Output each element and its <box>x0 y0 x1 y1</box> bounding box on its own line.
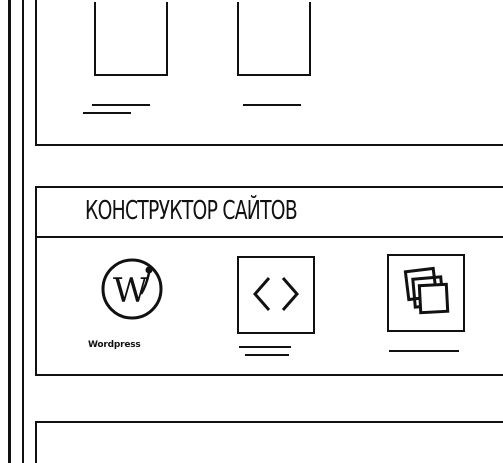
blank-thumbnail-icon[interactable] <box>94 2 168 76</box>
wordpress-caption: Wordpress <box>88 340 141 350</box>
thumb-1-subtitle-line <box>83 112 131 114</box>
site-builder-section: КОНСТРУКТОР САЙТОВ W Wordpress <box>35 186 503 376</box>
bottom-section-panel <box>35 421 503 463</box>
code-item-title-line <box>239 346 291 348</box>
layers-button[interactable] <box>387 254 465 332</box>
thumb-1-title-line <box>92 104 150 106</box>
code-brackets-button[interactable] <box>237 256 315 334</box>
wordpress-logo-icon: W <box>101 258 163 320</box>
top-section-panel <box>35 0 503 146</box>
thumb-2-title-line <box>243 104 301 106</box>
code-item-subtitle-line <box>245 354 289 356</box>
layers-item-title-line <box>389 350 459 352</box>
outer-frame-inner-edge <box>22 0 24 463</box>
outer-frame-left-edge <box>8 0 11 463</box>
section-header: КОНСТРУКТОР САЙТОВ <box>37 188 503 238</box>
blank-thumbnail-icon[interactable] <box>237 2 311 76</box>
wordpress-button[interactable]: W <box>93 254 171 332</box>
layers-icon <box>403 266 450 315</box>
section-title: КОНСТРУКТОР САЙТОВ <box>85 196 298 226</box>
code-brackets-icon <box>253 277 299 311</box>
sketch-canvas: КОНСТРУКТОР САЙТОВ W Wordpress <box>0 0 503 463</box>
